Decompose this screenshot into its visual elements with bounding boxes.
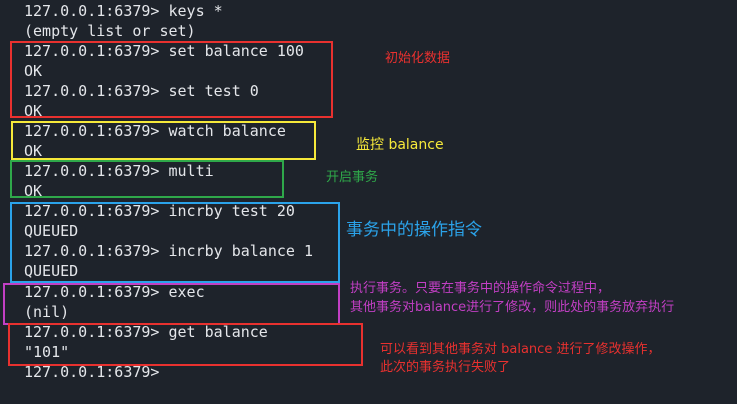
annotation-exec-line1: 执行事务。只要在事务中的操作命令过程中， [350,281,611,296]
highlight-box-multi [10,160,284,198]
annotation-exec-line2: 其他事务对balance进行了修改，则此处的事务放弃执行 [350,300,675,315]
annotation-watch-balance: 监控 balance [356,137,444,153]
terminal-line: (empty list or set) [24,22,196,40]
terminal-line: 127.0.0.1:6379> keys * [24,2,223,20]
highlight-box-result [8,323,363,366]
annotation-init-data: 初始化数据 [385,51,451,66]
annotation-transaction-ops: 事务中的操作指令 [346,220,482,240]
annotation-result-line2: 此次的事务执行失败了 [380,360,511,375]
highlight-box-watch [11,121,316,160]
annotation-result-line1: 可以看到其他事务对 balance 进行了修改操作， [380,342,661,357]
highlight-box-init [10,41,333,118]
highlight-box-exec [3,283,340,325]
terminal-window[interactable]: 127.0.0.1:6379> keys * (empty list or se… [0,0,737,404]
highlight-box-queued-ops [10,202,340,283]
annotation-start-transaction: 开启事务 [326,170,379,185]
